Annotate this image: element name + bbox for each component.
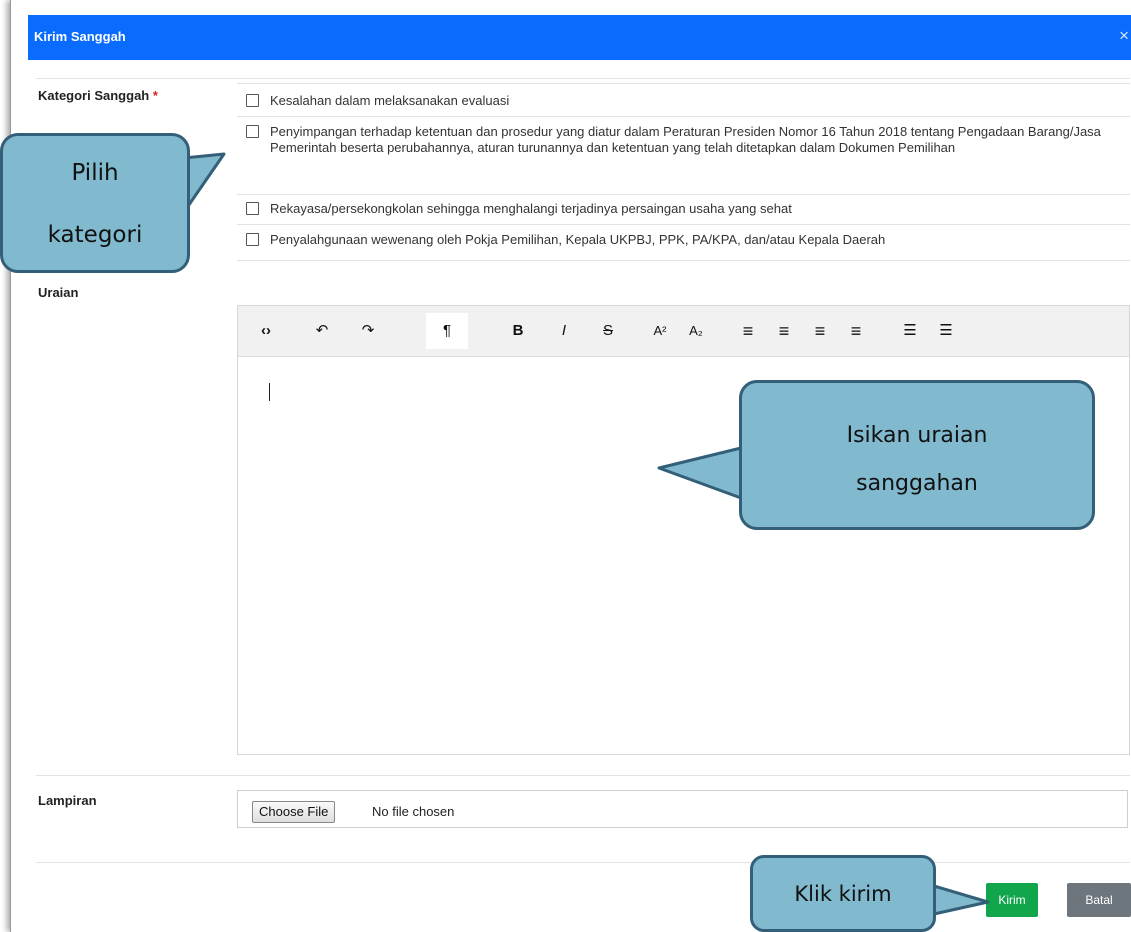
numbered-list-icon[interactable]: ☰ bbox=[934, 321, 958, 341]
divider bbox=[237, 194, 1130, 195]
text-cursor bbox=[269, 383, 270, 401]
redo-icon[interactable]: ↷ bbox=[356, 321, 380, 341]
callout-text-line2: kategori bbox=[47, 222, 143, 248]
align-right-icon[interactable]: ≡ bbox=[808, 321, 832, 341]
kategori-option-label: Penyalahgunaan wewenang oleh Pokja Pemil… bbox=[270, 232, 886, 247]
dialog-title: Kirim Sanggah bbox=[34, 29, 126, 44]
callout-klik-kirim: Klik kirim bbox=[750, 855, 936, 932]
justify-icon[interactable]: ≡ bbox=[844, 321, 868, 341]
kategori-option-label: Rekayasa/persekongkolan sehingga menghal… bbox=[270, 201, 792, 216]
italic-icon[interactable]: I bbox=[552, 321, 576, 341]
align-center-icon[interactable]: ≡ bbox=[772, 321, 796, 341]
align-left-icon[interactable]: ≡ bbox=[736, 321, 760, 341]
strikethrough-icon[interactable]: S bbox=[596, 321, 620, 341]
kategori-option-label: Kesalahan dalam melaksanakan evaluasi bbox=[270, 93, 510, 108]
checkbox[interactable] bbox=[246, 202, 259, 215]
callout-text: Klik kirim bbox=[794, 882, 892, 906]
bold-icon[interactable]: B bbox=[506, 321, 530, 341]
callout-isikan-uraian: Isikan uraian sanggahan bbox=[739, 380, 1095, 530]
file-input[interactable]: Choose File No file chosen bbox=[237, 790, 1128, 828]
checkbox[interactable] bbox=[246, 233, 259, 246]
dialog-header: Kirim Sanggah × bbox=[28, 15, 1131, 60]
kategori-label: Kategori Sanggah * bbox=[38, 88, 158, 103]
kategori-options: Kesalahan dalam melaksanakan evaluasi Pe… bbox=[237, 83, 1130, 261]
uraian-editor[interactable]: ‹› ↶ ↷ ¶ B I S A² A₂ ≡ ≡ ≡ ≡ ☰ ☰ bbox=[237, 305, 1130, 755]
divider bbox=[36, 862, 1130, 863]
callout-text-line1: Isikan uraian bbox=[846, 423, 988, 448]
callout-text-line1: Pilih bbox=[71, 160, 119, 186]
callout-pilih-kategori: Pilih kategori bbox=[0, 133, 190, 273]
divider bbox=[237, 116, 1130, 117]
paragraph-icon[interactable]: ¶ bbox=[426, 313, 468, 349]
divider bbox=[237, 260, 1130, 261]
checkbox[interactable] bbox=[246, 94, 259, 107]
callout-text-line2: sanggahan bbox=[856, 471, 978, 496]
superscript-icon[interactable]: A² bbox=[648, 321, 672, 341]
divider bbox=[237, 83, 1130, 84]
divider bbox=[36, 775, 1130, 776]
checkbox[interactable] bbox=[246, 125, 259, 138]
kategori-label-text: Kategori Sanggah bbox=[38, 88, 150, 103]
bullet-list-icon[interactable]: ☰ bbox=[898, 321, 922, 341]
lampiran-label: Lampiran bbox=[38, 793, 97, 808]
required-mark: * bbox=[152, 88, 158, 103]
kirim-button[interactable]: Kirim bbox=[986, 883, 1038, 917]
undo-icon[interactable]: ↶ bbox=[310, 321, 334, 341]
code-view-icon[interactable]: ‹› bbox=[254, 321, 278, 341]
choose-file-button[interactable]: Choose File bbox=[252, 801, 336, 823]
kategori-option-label: Penyimpangan terhadap ketentuan dan pros… bbox=[270, 124, 1101, 155]
batal-button[interactable]: Batal bbox=[1067, 883, 1131, 917]
file-status: No file chosen bbox=[372, 804, 455, 819]
uraian-label: Uraian bbox=[38, 285, 79, 300]
divider bbox=[36, 78, 1130, 79]
callout-tail-uraian bbox=[657, 446, 744, 500]
subscript-icon[interactable]: A₂ bbox=[684, 321, 708, 341]
divider bbox=[237, 224, 1130, 225]
editor-toolbar: ‹› ↶ ↷ ¶ B I S A² A₂ ≡ ≡ ≡ ≡ ☰ ☰ bbox=[238, 306, 1129, 357]
close-icon[interactable]: × bbox=[1119, 26, 1129, 46]
callout-tail-kirim bbox=[931, 884, 990, 916]
